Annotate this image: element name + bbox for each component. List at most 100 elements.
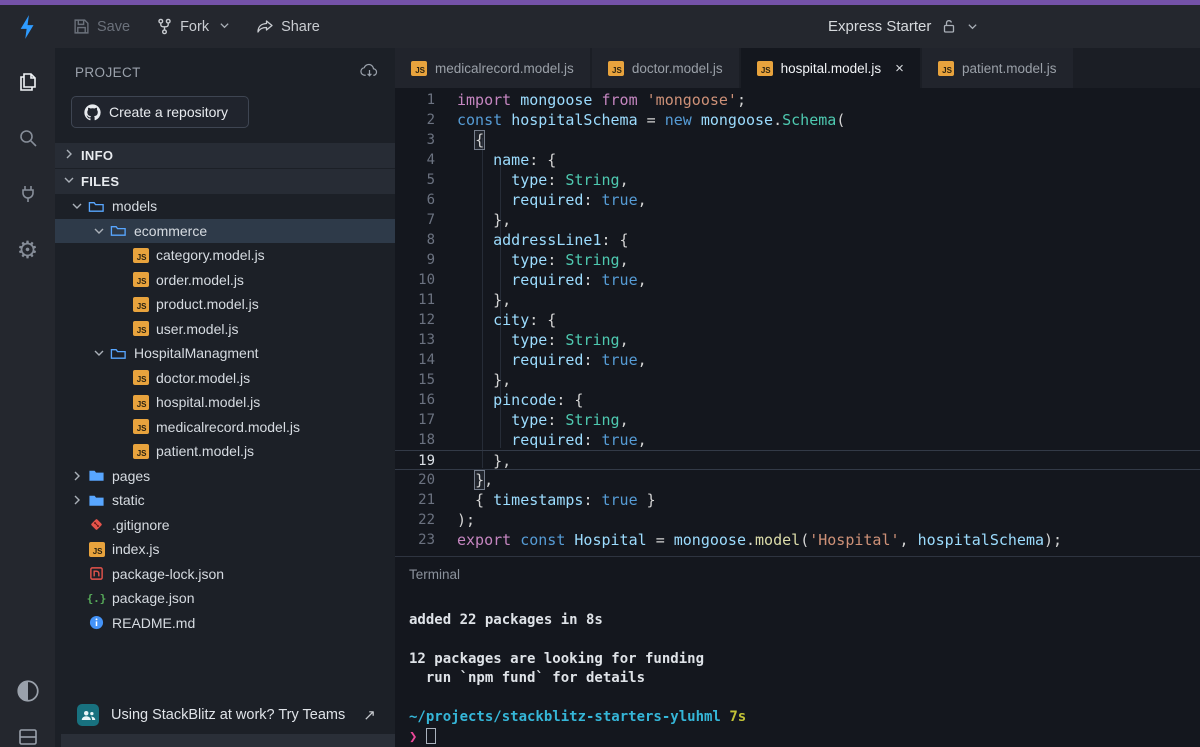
chevron-right-icon — [69, 494, 85, 506]
tab-bar: JS medicalrecord.model.js JS doctor.model.j… — [395, 48, 1200, 88]
share-button[interactable]: Share — [256, 18, 320, 35]
tree-folder-models[interactable]: models — [55, 194, 395, 219]
js-file-icon: JS — [88, 541, 105, 557]
fork-label: Fork — [180, 18, 210, 35]
theme-contrast-icon[interactable] — [8, 671, 48, 711]
terminal-output: added 22 packages in 8s 12 packages are l… — [409, 591, 1200, 747]
tab-doctor-model-js[interactable]: JS doctor.model.js — [591, 48, 739, 88]
tree-item-label: pages — [112, 467, 151, 484]
line-number: 10 — [418, 272, 435, 288]
tree-item-label: models — [112, 198, 158, 215]
code-line-9: 9 type: String, — [395, 250, 1200, 270]
tree-file-doctor-model-js[interactable]: JS doctor.model.js — [55, 366, 395, 391]
code-line-10: 10 required: true, — [395, 270, 1200, 290]
tree-file-package-json[interactable]: {.} package.json — [55, 586, 395, 611]
line-number: 14 — [418, 352, 435, 368]
chevron-down-icon — [91, 347, 107, 359]
info-file-icon — [88, 615, 105, 631]
chevron-down-icon — [63, 174, 75, 189]
stackblitz-logo-icon[interactable] — [0, 14, 55, 40]
js-file-icon: JS — [607, 60, 624, 76]
section-header-files[interactable]: FILES — [55, 168, 395, 194]
tab-patient-model-js[interactable]: JS patient.model.js — [921, 48, 1073, 88]
top-toolbar: Save Fork Share Express Starter — [0, 5, 1200, 48]
code-line-22: 22); — [395, 510, 1200, 530]
project-title-group[interactable]: Express Starter — [828, 18, 978, 35]
terminal-panel[interactable]: Terminal added 22 packages in 8s 12 packa… — [395, 556, 1200, 747]
tab-hospital-model-js[interactable]: JS hospital.model.js × — [740, 48, 920, 88]
sidebar-sections: INFO FILES — [55, 142, 395, 194]
tree-item-label: category.model.js — [156, 247, 265, 264]
tree-item-label: static — [112, 492, 145, 509]
chevron-down-icon — [91, 225, 107, 237]
code-line-20: 20 }, — [395, 470, 1200, 490]
tree-item-label: README.md — [112, 614, 196, 631]
tree-file-product-model-js[interactable]: JS product.model.js — [55, 292, 395, 317]
save-button[interactable]: Save — [73, 18, 130, 35]
line-number: 9 — [426, 252, 435, 268]
share-label: Share — [281, 18, 320, 35]
close-icon[interactable]: × — [895, 60, 904, 77]
tree-folder-hospitalmanagment[interactable]: HospitalManagment — [55, 341, 395, 366]
code-line-2: 2 const hospitalSchema = new mongoose.Sch… — [395, 110, 1200, 130]
tree-item-label: order.model.js — [156, 271, 244, 288]
line-number: 8 — [426, 232, 435, 248]
line-number: 5 — [426, 172, 435, 188]
tree-folder-ecommerce[interactable]: ecommerce — [55, 218, 395, 243]
sidebar: PROJECT Create a repository INFO FILES mo… — [55, 48, 395, 747]
line-number: 4 — [426, 152, 435, 168]
tab-medicalrecord-model-js[interactable]: JS medicalrecord.model.js — [395, 48, 590, 88]
line-number: 11 — [418, 292, 435, 308]
folder-icon — [110, 223, 127, 239]
tree-file-readme-md[interactable]: README.md — [55, 611, 395, 636]
create-repository-button[interactable]: Create a repository — [71, 96, 249, 128]
tree-file-package-lock-json[interactable]: package-lock.json — [55, 562, 395, 587]
line-number: 22 — [418, 512, 435, 528]
line-number: 7 — [426, 212, 435, 228]
ports-plug-icon[interactable] — [8, 174, 48, 214]
stackblitz-app: Save Fork Share Express Starter ⚙ PROJEC… — [0, 0, 1200, 747]
search-icon[interactable] — [8, 118, 48, 158]
js-file-icon: JS — [756, 60, 773, 76]
tree-item-label: medicalrecord.model.js — [156, 418, 300, 435]
tree-file-category-model-js[interactable]: JS category.model.js — [55, 243, 395, 268]
tree-file-hospital-model-js[interactable]: JS hospital.model.js — [55, 390, 395, 415]
panel-toggle-icon[interactable] — [8, 717, 48, 747]
tree-file-index-js[interactable]: JS index.js — [55, 537, 395, 562]
tree-file-patient-model-js[interactable]: JS patient.model.js — [55, 439, 395, 464]
tree-file-medicalrecord-model-js[interactable]: JS medicalrecord.model.js — [55, 415, 395, 440]
line-number: 13 — [418, 332, 435, 348]
tree-folder-static[interactable]: static — [55, 488, 395, 513]
js-file-icon: JS — [132, 370, 149, 386]
js-file-icon: JS — [132, 321, 149, 337]
tree-file--gitignore[interactable]: .gitignore — [55, 513, 395, 538]
line-number: 18 — [418, 432, 435, 448]
code-line-17: 17 type: String, — [395, 410, 1200, 430]
tree-file-user-model-js[interactable]: JS user.model.js — [55, 317, 395, 342]
project-menu-chevron-icon[interactable] — [967, 21, 978, 32]
tab-label: hospital.model.js — [780, 60, 882, 76]
activity-bar-bottom — [0, 671, 55, 745]
settings-gear-icon[interactable]: ⚙ — [8, 230, 48, 270]
terminal-line[interactable]: ❯ — [409, 727, 1200, 747]
js-file-icon: JS — [132, 296, 149, 312]
explorer-icon[interactable] — [8, 62, 48, 102]
sidebar-bottom-strip — [61, 734, 395, 747]
code-line-13: 13 type: String, — [395, 330, 1200, 350]
fork-button[interactable]: Fork — [156, 18, 209, 35]
tab-label: doctor.model.js — [631, 60, 723, 76]
code-line-4: 4 name: { — [395, 150, 1200, 170]
section-header-info[interactable]: INFO — [55, 142, 395, 168]
js-file-icon: JS — [132, 247, 149, 263]
code-editor[interactable]: 1 import mongoose from 'mongoose'; 2 const … — [395, 88, 1200, 556]
teams-promo-link[interactable]: Using StackBlitz at work? Try Teams ↗ — [55, 697, 395, 733]
line-number: 3 — [426, 132, 435, 148]
code-line-6: 6 required: true, — [395, 190, 1200, 210]
tree-folder-pages[interactable]: pages — [55, 464, 395, 489]
tree-file-order-model-js[interactable]: JS order.model.js — [55, 268, 395, 293]
line-number: 15 — [418, 372, 435, 388]
fork-dropdown-chevron-icon[interactable] — [219, 18, 230, 36]
cloud-download-icon[interactable] — [360, 62, 379, 82]
code-line-14: 14 required: true, — [395, 350, 1200, 370]
create-repository-label: Create a repository — [109, 104, 229, 120]
